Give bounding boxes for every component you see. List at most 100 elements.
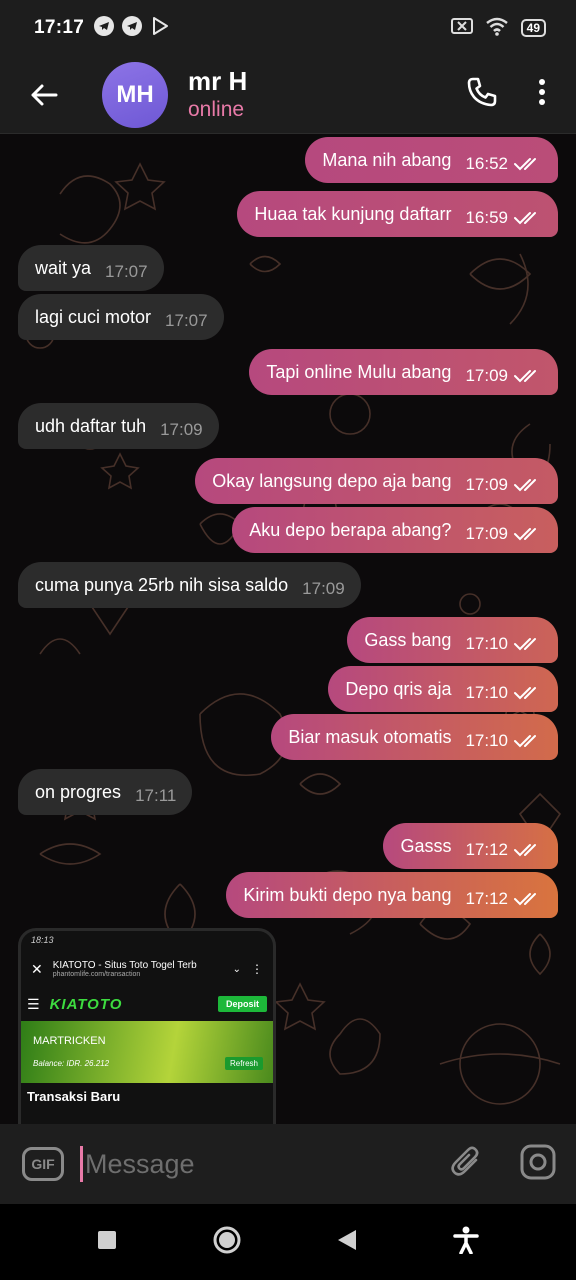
instagram-camera-icon [520, 1144, 556, 1179]
double-check-icon [514, 842, 542, 858]
message-time: 17:07 [105, 262, 148, 281]
message-time: 17:12 [465, 889, 508, 908]
more-options-button[interactable] [538, 78, 546, 111]
preview-refresh-button: Refresh [224, 1057, 263, 1070]
preview-balance: Balance: IDR. 26.212 [33, 1059, 110, 1068]
contact-info[interactable]: mr H online [188, 66, 247, 124]
message-text: Okay langsung depo aja bang [212, 470, 452, 491]
message-bubble[interactable]: lagi cuci motor 17:07 [18, 294, 224, 340]
recents-button[interactable] [97, 1230, 117, 1255]
message-text: Aku depo berapa abang? [249, 519, 452, 540]
chevron-down-icon: ⌄ [232, 963, 241, 975]
double-check-icon [514, 368, 542, 384]
status-bar: 17:17 49 [0, 0, 576, 56]
call-button[interactable] [466, 76, 498, 113]
more-vertical-icon [539, 79, 545, 105]
clock: 17:17 [34, 17, 85, 38]
message-bubble[interactable]: on progres 17:11 [18, 769, 193, 815]
avatar[interactable]: MH [102, 61, 168, 128]
message-bubble[interactable]: Aku depo berapa abang? 17:09 [232, 507, 558, 553]
preview-member-name: MARTRICKEN [33, 1035, 106, 1047]
more-vertical-icon: ⋮ [251, 962, 263, 976]
chat-area[interactable]: Mana nih abang 16:52 Huaa tak kunjung da… [0, 134, 576, 1124]
message-time: 17:09 [465, 366, 508, 385]
message-bubble[interactable]: Mana nih abang 16:52 [305, 137, 558, 183]
message-bubble[interactable]: Huaa tak kunjung daftarr 16:59 [237, 191, 558, 237]
attach-button[interactable] [450, 1145, 484, 1184]
play-store-icon [150, 16, 170, 41]
message-bubble[interactable]: Gass bang 17:10 [347, 617, 558, 663]
double-check-icon [514, 733, 542, 749]
message-time: 17:10 [465, 731, 508, 750]
message-bubble[interactable]: Okay langsung depo aja bang 17:09 [195, 458, 558, 504]
message-bubble[interactable]: Kirim bukti depo nya bang 17:12 [226, 872, 558, 918]
message-bubble[interactable]: udh daftar tuh 17:09 [18, 403, 219, 449]
message-text: Huaa tak kunjung daftarr [254, 203, 452, 224]
message-time: 17:12 [465, 840, 508, 859]
preview-browser-bar: ✕ KIATOTO - Situs Toto Togel Terb phanto… [21, 949, 273, 989]
triangle-back-icon [338, 1229, 357, 1250]
paperclip-icon [451, 1146, 479, 1176]
telegram-notification-icon [94, 15, 115, 36]
double-check-icon [514, 477, 542, 493]
system-nav-bar [0, 1204, 576, 1280]
double-check-icon [514, 685, 542, 701]
message-time: 17:09 [465, 524, 508, 543]
message-text: Mana nih abang [322, 149, 452, 170]
circle-icon [213, 1226, 241, 1253]
message-text: Biar masuk otomatis [288, 726, 452, 747]
message-time: 17:10 [465, 683, 508, 702]
notification-icons [94, 15, 170, 41]
back-button[interactable] [22, 73, 66, 117]
battery-icon: 49 [520, 19, 546, 37]
message-bubble[interactable]: cuma punya 25rb nih sisa saldo 17:09 [18, 562, 361, 608]
image-message[interactable]: 18:13 ✕ KIATOTO - Situs Toto Togel Terb … [18, 928, 276, 1124]
telegram-notification-icon [122, 15, 143, 36]
contact-status: online [188, 97, 245, 121]
chat-header: MH mr H online [0, 56, 576, 134]
double-check-icon [514, 891, 542, 907]
message-text: cuma punya 25rb nih sisa saldo [35, 574, 289, 595]
message-bubble[interactable]: Tapi online Mulu abang 17:09 [249, 349, 558, 395]
message-bubble[interactable]: Biar masuk otomatis 17:10 [271, 714, 558, 760]
double-check-icon [514, 526, 542, 542]
camera-button[interactable] [520, 1144, 556, 1185]
message-time: 17:10 [465, 634, 508, 653]
accessibility-button[interactable] [453, 1226, 479, 1259]
back-nav-button[interactable] [336, 1228, 358, 1257]
preview-deposit-button: Deposit [217, 996, 267, 1012]
message-bubble[interactable]: wait ya 17:07 [18, 245, 164, 291]
message-text: Gasss [400, 835, 452, 856]
message-time: 17:09 [302, 579, 345, 598]
preview-banner: MARTRICKEN Balance: IDR. 26.212 Refresh [21, 1021, 273, 1083]
double-check-icon [514, 210, 542, 226]
message-time: 17:09 [465, 475, 508, 494]
phone-icon [467, 77, 497, 107]
double-check-icon [514, 636, 542, 652]
message-text: Kirim bukti depo nya bang [243, 884, 452, 905]
message-bubble[interactable]: Depo qris aja 17:10 [328, 666, 558, 712]
double-check-icon [514, 156, 542, 172]
preview-section-title: Transaksi Baru [27, 1089, 121, 1104]
message-text: wait ya [35, 257, 92, 278]
message-time: 17:11 [135, 786, 177, 805]
gif-button[interactable]: GIF [22, 1147, 64, 1181]
message-text: Tapi online Mulu abang [266, 361, 452, 382]
message-time: 17:07 [165, 311, 208, 330]
message-text: Depo qris aja [345, 678, 452, 699]
message-bubble[interactable]: Gasss 17:12 [383, 823, 558, 869]
message-time: 17:09 [160, 420, 203, 439]
message-text: Gass bang [364, 629, 452, 650]
text-cursor [80, 1146, 83, 1182]
message-input-bar: GIF [0, 1124, 576, 1204]
home-button[interactable] [212, 1225, 242, 1260]
close-icon: ✕ [31, 960, 43, 977]
message-text: lagi cuci motor [35, 306, 152, 327]
message-input[interactable] [85, 1142, 405, 1186]
preview-site-header: ☰ KIATOTO Deposit [21, 989, 273, 1019]
message-text: on progres [35, 781, 122, 802]
square-icon [98, 1230, 117, 1249]
message-time: 16:52 [465, 154, 508, 173]
sim-error-icon [450, 17, 473, 40]
message-text: udh daftar tuh [35, 415, 147, 436]
